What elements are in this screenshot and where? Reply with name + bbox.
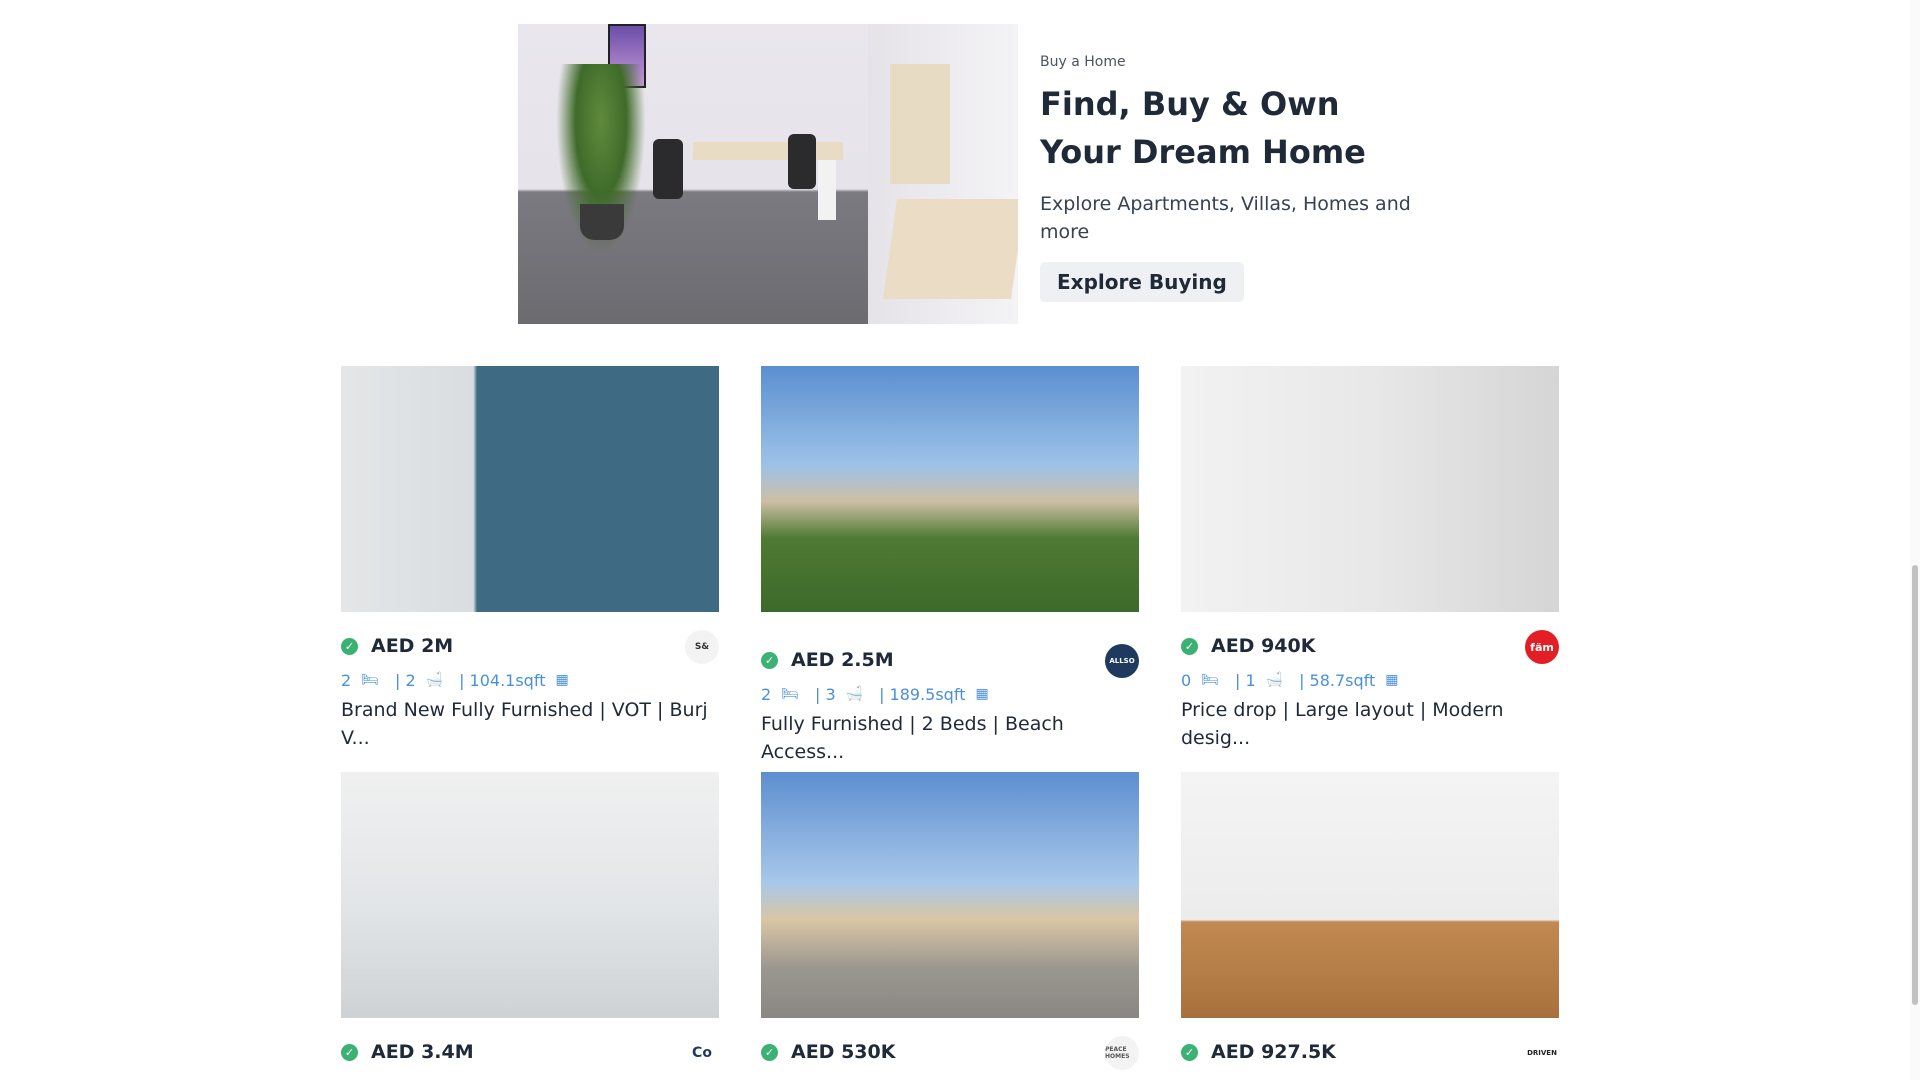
baths-count: | 2 <box>394 670 416 690</box>
hero-subtitle: Explore Apartments, Villas, Homes and mo… <box>1040 193 1411 243</box>
listing-photo[interactable] <box>341 366 719 612</box>
area-value: | 189.5sqft <box>879 684 966 704</box>
verified-icon: ✓ <box>341 637 358 655</box>
area-value: | 58.7sqft <box>1299 670 1376 690</box>
listing-card[interactable]: ✓ AED 530K PEACE HOMES <box>761 772 1139 1072</box>
listing-title[interactable]: Brand New Fully Furnished | VOT | Burj V… <box>341 696 711 752</box>
listing-card[interactable]: ✓ AED 2.5M ALLSO 2 🛏 | 3 🛁 | 189.5sqft ▦… <box>761 366 1139 766</box>
agency-logo[interactable]: DRIVEN <box>1525 1036 1559 1070</box>
bath-icon: 🛁 <box>845 686 864 702</box>
bath-icon: 🛁 <box>1265 672 1284 688</box>
area-grid-icon: ▦ <box>555 672 569 688</box>
listing-card[interactable]: ✓ AED 940K fäm 0 🛏 | 1 🛁 | 58.7sqft ▦ Pr… <box>1181 366 1559 752</box>
baths-count: | 3 <box>814 684 836 704</box>
agency-logo[interactable]: Co <box>685 1036 719 1070</box>
listing-title[interactable]: Fully Furnished | 2 Beds | Beach Access.… <box>761 710 1131 766</box>
agency-logo[interactable]: fäm <box>1525 630 1559 664</box>
bed-icon: 🛏 <box>1201 672 1219 688</box>
beds-count: 0 <box>1181 670 1192 690</box>
listing-price: AED 2.5M <box>791 649 894 671</box>
bed-icon: 🛏 <box>361 672 379 688</box>
listing-price: AED 2M <box>371 635 454 657</box>
listing-card[interactable]: ✓ AED 927.5K DRIVEN <box>1181 772 1559 1072</box>
hero-text: Buy a Home Find, Buy & Own Your Dream Ho… <box>1040 54 1420 302</box>
agency-logo[interactable]: S& <box>685 630 719 664</box>
agency-logo[interactable]: ALLSO <box>1105 644 1139 678</box>
verified-icon: ✓ <box>341 1043 358 1061</box>
listing-specs: 2 🛏 | 3 🛁 | 189.5sqft ▦ <box>761 682 1139 706</box>
hero-image <box>518 24 1018 324</box>
listing-specs: 2 🛏 | 2 🛁 | 104.1sqft ▦ <box>341 668 719 692</box>
area-grid-icon: ▦ <box>1385 672 1399 688</box>
verified-icon: ✓ <box>1181 637 1198 655</box>
agency-logo[interactable]: PEACE HOMES <box>1105 1036 1139 1070</box>
listing-price: AED 530K <box>791 1041 896 1063</box>
beds-count: 2 <box>761 684 772 704</box>
listing-photo[interactable] <box>341 772 719 1018</box>
area-grid-icon: ▦ <box>975 686 989 702</box>
bed-icon: 🛏 <box>781 686 799 702</box>
listing-photo[interactable] <box>761 366 1139 612</box>
verified-icon: ✓ <box>761 1043 778 1061</box>
listing-title[interactable]: Price drop | Large layout | Modern desig… <box>1181 696 1551 752</box>
listing-photo[interactable] <box>1181 772 1559 1018</box>
listing-price: AED 927.5K <box>1211 1041 1336 1063</box>
beds-count: 2 <box>341 670 352 690</box>
area-value: | 104.1sqft <box>459 670 546 690</box>
listing-card[interactable]: ✓ AED 2M S& 2 🛏 | 2 🛁 | 104.1sqft ▦ Bran… <box>341 366 719 752</box>
listing-price: AED 3.4M <box>371 1041 474 1063</box>
buy-home-hero: Buy a Home Find, Buy & Own Your Dream Ho… <box>518 24 1418 324</box>
explore-buying-button[interactable]: Explore Buying <box>1040 262 1244 302</box>
baths-count: | 1 <box>1234 670 1256 690</box>
listing-photo[interactable] <box>761 772 1139 1018</box>
listing-price: AED 940K <box>1211 635 1316 657</box>
listing-specs: 0 🛏 | 1 🛁 | 58.7sqft ▦ <box>1181 668 1559 692</box>
page: Buy a Home Find, Buy & Own Your Dream Ho… <box>0 0 1920 1080</box>
hero-kicker: Buy a Home <box>1040 54 1126 70</box>
scrollbar-thumb[interactable] <box>1912 565 1918 1005</box>
listing-card[interactable]: ✓ AED 3.4M Co <box>341 772 719 1072</box>
scrollbar[interactable] <box>1910 0 1920 1080</box>
verified-icon: ✓ <box>761 651 778 669</box>
bath-icon: 🛁 <box>425 672 444 688</box>
listing-photo[interactable] <box>1181 366 1559 612</box>
hero-title: Find, Buy & Own Your Dream Home <box>1040 85 1366 171</box>
verified-icon: ✓ <box>1181 1043 1198 1061</box>
